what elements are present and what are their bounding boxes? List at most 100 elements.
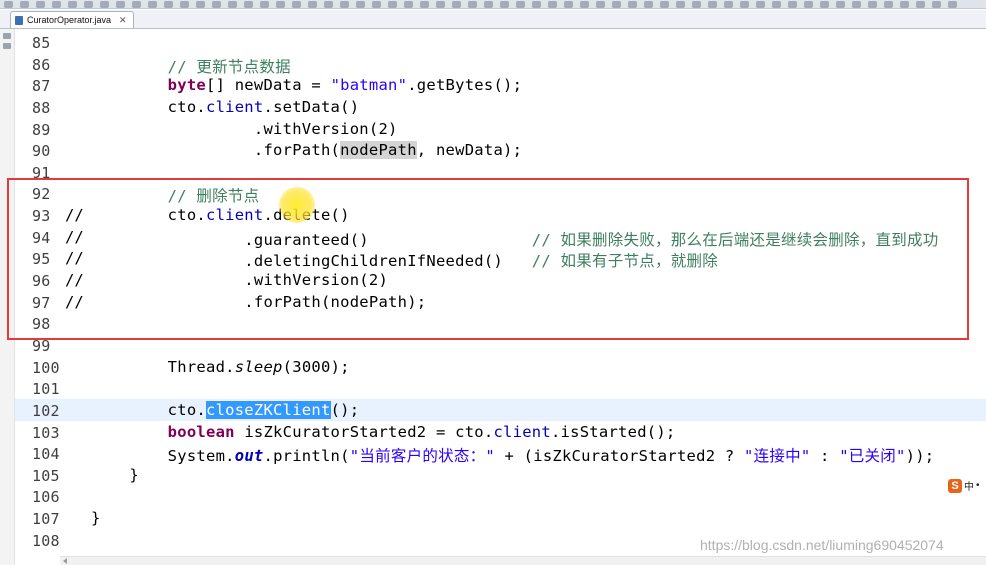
editor-tab[interactable]: CuratorOperator.java ✕: [10, 11, 134, 28]
toolbar-button-icon[interactable]: [644, 1, 653, 8]
horizontal-scrollbar[interactable]: [60, 556, 986, 565]
toolbar-button-icon[interactable]: [756, 1, 765, 8]
toolbar-button-icon[interactable]: [836, 1, 845, 8]
scroll-left-icon[interactable]: [63, 558, 67, 564]
code-text[interactable]: cto.closeZKClient();: [91, 400, 359, 419]
code-text[interactable]: .forPath(nodePath, newData);: [91, 141, 522, 160]
code-line[interactable]: 104 System.out.println("当前客户的状态：" + (isZ…: [15, 442, 986, 465]
toolbar-button-icon[interactable]: [308, 1, 317, 8]
toolbar-button-icon[interactable]: [52, 1, 61, 8]
toolbar-button-icon[interactable]: [276, 1, 285, 8]
code-line[interactable]: 88 cto.client.setData(): [15, 96, 986, 118]
toolbar-button-icon[interactable]: [212, 1, 221, 8]
code-text[interactable]: }: [91, 509, 101, 527]
toolbar-button-icon[interactable]: [948, 1, 957, 8]
toolbar-button-icon[interactable]: [660, 1, 669, 8]
mouse-cursor-highlight: [279, 187, 315, 223]
code-text[interactable]: .withVersion(2): [91, 120, 398, 138]
toolbar-button-icon[interactable]: [292, 1, 301, 8]
ime-indicator[interactable]: S 中 •: [948, 478, 980, 493]
toolbar-button-icon[interactable]: [932, 1, 941, 8]
toolbar-button-icon[interactable]: [820, 1, 829, 8]
code-line[interactable]: 85: [15, 31, 986, 53]
toolbar-button-icon[interactable]: [676, 1, 685, 8]
code-line[interactable]: 89 .withVersion(2): [15, 118, 986, 140]
line-number: 104: [32, 445, 60, 464]
toolbar-button-icon[interactable]: [564, 1, 573, 8]
toolbar-button-icon[interactable]: [772, 1, 781, 8]
code-text[interactable]: Thread.sleep(3000);: [91, 358, 350, 376]
toolbar-button-icon[interactable]: [100, 1, 109, 8]
toolbar-button-icon[interactable]: [916, 1, 925, 8]
line-number: 90: [32, 142, 51, 161]
toolbar-button-icon[interactable]: [68, 1, 77, 8]
code-line[interactable]: 100 Thread.sleep(3000);: [15, 356, 986, 378]
toolbar-button-icon[interactable]: [708, 1, 717, 8]
toolbar-button-icon[interactable]: [724, 1, 733, 8]
toolbar-button-icon[interactable]: [628, 1, 637, 8]
toolbar-button-icon[interactable]: [452, 1, 461, 8]
toolbar-button-icon[interactable]: [164, 1, 173, 8]
toolbar-button-icon[interactable]: [372, 1, 381, 8]
code-text[interactable]: boolean isZkCuratorStarted2 = cto.client…: [91, 423, 676, 441]
toolbar-button-icon[interactable]: [4, 1, 13, 8]
toolbar-button-icon[interactable]: [36, 1, 45, 8]
toolbar-button-icon[interactable]: [788, 1, 797, 8]
toolbar-button-icon[interactable]: [244, 1, 253, 8]
toolbar-button-icon[interactable]: [148, 1, 157, 8]
code-text[interactable]: }: [91, 466, 139, 484]
minimize-icon[interactable]: [3, 33, 11, 39]
toolbar-button-icon[interactable]: [692, 1, 701, 8]
toolbar-button-icon[interactable]: [804, 1, 813, 8]
watermark: https://blog.csdn.net/liuming690452074: [700, 537, 944, 553]
toolbar-button-icon[interactable]: [388, 1, 397, 8]
toolbar-button-icon[interactable]: [340, 1, 349, 8]
code-line[interactable]: 90 .forPath(nodePath, newData);: [15, 139, 986, 161]
toolbar-button-icon[interactable]: [516, 1, 525, 8]
code-text[interactable]: byte[] newData = "batman".getBytes();: [91, 76, 522, 94]
toolbar-button-icon[interactable]: [612, 1, 621, 8]
line-number: 103: [32, 423, 60, 442]
line-number: 106: [32, 488, 60, 507]
toolbar-button-icon[interactable]: [84, 1, 93, 8]
toolbar-button-icon[interactable]: [356, 1, 365, 8]
line-number: 100: [32, 358, 60, 377]
toolbar-button-icon[interactable]: [116, 1, 125, 8]
code-line[interactable]: 86 // 更新节点数据: [15, 53, 986, 76]
line-number: 88: [32, 98, 51, 117]
code-line[interactable]: 87 byte[] newData = "batman".getBytes();: [15, 74, 986, 96]
line-number: 102: [32, 401, 60, 420]
toolbar-button-icon[interactable]: [228, 1, 237, 8]
toolbar-button-icon[interactable]: [532, 1, 541, 8]
toolbar-button-icon[interactable]: [484, 1, 493, 8]
toolbar-button-icon[interactable]: [468, 1, 477, 8]
toolbar-button-icon[interactable]: [740, 1, 749, 8]
toolbar-button-icon[interactable]: [436, 1, 445, 8]
toolbar-button-icon[interactable]: [260, 1, 269, 8]
toolbar-button-icon[interactable]: [404, 1, 413, 8]
toolbar-button-icon[interactable]: [196, 1, 205, 8]
toolbar-button-icon[interactable]: [180, 1, 189, 8]
toolbar-button-icon[interactable]: [20, 1, 29, 8]
code-line[interactable]: 106: [15, 485, 986, 507]
toolbar-button-icon[interactable]: [852, 1, 861, 8]
toolbar-button-icon[interactable]: [500, 1, 509, 8]
close-icon[interactable]: ✕: [119, 15, 127, 26]
code-text[interactable]: cto.client.setData(): [91, 98, 359, 116]
toolbar-button-icon[interactable]: [132, 1, 141, 8]
code-line[interactable]: 101: [15, 377, 986, 399]
code-line[interactable]: 107}: [15, 507, 986, 529]
toolbar-button-icon[interactable]: [900, 1, 909, 8]
toolbar-button-icon[interactable]: [324, 1, 333, 8]
code-line[interactable]: 105 }: [15, 464, 986, 486]
toolbar-button-icon[interactable]: [580, 1, 589, 8]
toolbar-button-icon[interactable]: [596, 1, 605, 8]
code-line[interactable]: 103 boolean isZkCuratorStarted2 = cto.cl…: [15, 421, 986, 443]
line-number: 101: [32, 380, 60, 399]
toolbar-button-icon[interactable]: [548, 1, 557, 8]
code-line[interactable]: 102 cto.closeZKClient();: [15, 398, 986, 421]
toolbar-button-icon[interactable]: [884, 1, 893, 8]
toolbar-button-icon[interactable]: [420, 1, 429, 8]
toolbar-button-icon[interactable]: [868, 1, 877, 8]
maximize-icon[interactable]: [3, 43, 11, 49]
